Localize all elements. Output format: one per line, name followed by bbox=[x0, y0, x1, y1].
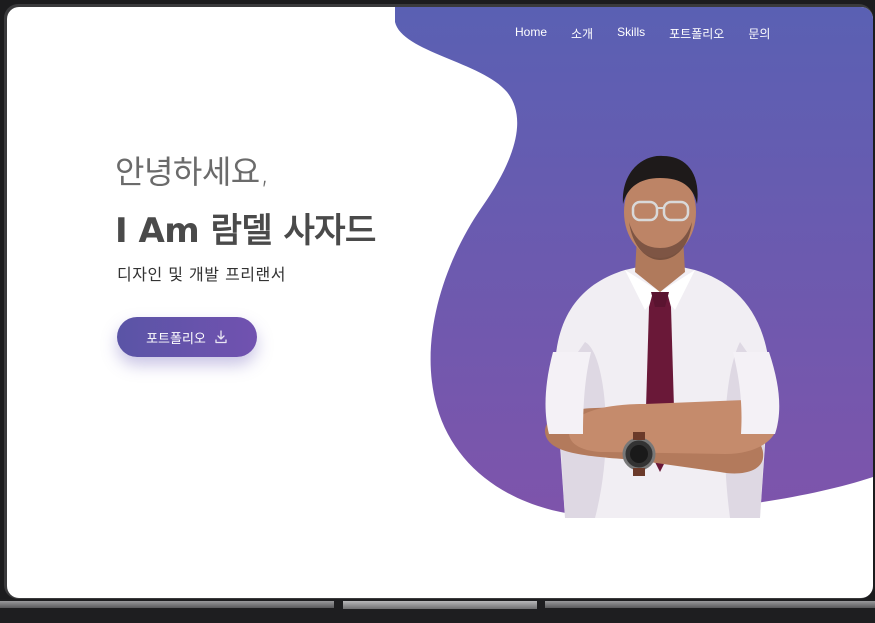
nav-item-contact[interactable]: 문의 bbox=[748, 25, 770, 42]
laptop-hinge-left bbox=[0, 601, 334, 608]
nav-item-home[interactable]: Home bbox=[515, 25, 547, 42]
hero-subtitle: 디자인 및 개발 프리랜서 bbox=[117, 265, 286, 284]
top-navigation: Home 소개 Skills 포트폴리오 문의 bbox=[515, 25, 794, 42]
nav-item-about[interactable]: 소개 bbox=[571, 25, 593, 42]
laptop-frame: Home 소개 Skills 포트폴리오 문의 안녕하세요, I Am 람델 사… bbox=[0, 0, 875, 623]
profile-photo bbox=[545, 155, 780, 518]
portfolio-button-label: 포트폴리오 bbox=[146, 331, 206, 347]
laptop-hinge-right bbox=[545, 601, 875, 608]
hero-headline: I Am 람델 사자드 bbox=[115, 211, 376, 251]
website-screen: Home 소개 Skills 포트폴리오 문의 안녕하세요, I Am 람델 사… bbox=[7, 7, 873, 598]
portfolio-button[interactable]: 포트폴리오 bbox=[117, 317, 257, 357]
laptop-hinge-center bbox=[343, 601, 537, 609]
hero-greeting: 안녕하세요, bbox=[115, 153, 270, 191]
nav-item-skills[interactable]: Skills bbox=[617, 25, 645, 42]
download-icon bbox=[215, 330, 227, 344]
nav-item-portfolio[interactable]: 포트폴리오 bbox=[669, 25, 724, 42]
